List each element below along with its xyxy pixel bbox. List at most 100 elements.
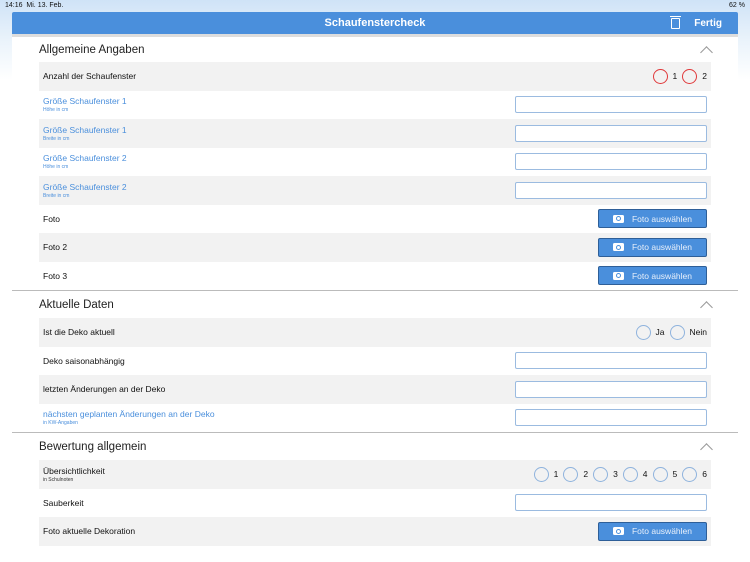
text-input[interactable] xyxy=(515,352,707,370)
select-photo-button[interactable]: Foto auswählen xyxy=(598,209,707,229)
radio-button[interactable] xyxy=(635,324,651,340)
radio-button[interactable] xyxy=(593,466,609,482)
field-label: Foto 3 xyxy=(43,270,68,281)
field-label: Foto aktuelle Dekoration xyxy=(43,526,136,537)
radio-label: 4 xyxy=(642,469,648,480)
radio-label: 1 xyxy=(672,71,678,82)
form-row: Größe Schaufenster 2 Breite in cm xyxy=(39,176,711,205)
field-label: Ist die Deko aktuell xyxy=(43,327,115,338)
radio-button[interactable] xyxy=(669,324,685,340)
field-label-group: Foto xyxy=(43,214,60,224)
status-date: Mi. 13. Feb. xyxy=(26,2,64,9)
field-hint: in Schulnoten xyxy=(43,476,74,483)
text-input[interactable] xyxy=(515,153,707,171)
field-label-group: Deko saisonabhängig xyxy=(43,356,125,366)
radio-group: 1 2 3 4 5 6 xyxy=(533,466,707,482)
trash-icon[interactable] xyxy=(670,15,682,29)
text-input[interactable] xyxy=(515,181,707,199)
field-label: Übersichtlichkeit xyxy=(43,465,105,476)
form-row: Größe Schaufenster 1 Höhe in cm xyxy=(39,91,711,120)
form-row: Übersichtlichkeit in Schulnoten 1 2 3 4 5 6 xyxy=(39,460,711,489)
section-header[interactable]: Aktuelle Daten xyxy=(12,290,738,318)
section-title: Aktuelle Daten xyxy=(39,298,114,311)
select-photo-button[interactable]: Foto auswählen xyxy=(598,521,707,541)
status-time: 14:16 xyxy=(5,2,23,9)
chevron-up-icon[interactable] xyxy=(700,301,713,314)
radio-label: 3 xyxy=(613,469,618,480)
text-input[interactable] xyxy=(515,124,707,142)
field-label: Anzahl der Schaufenster xyxy=(43,71,137,82)
button-label: Foto auswählen xyxy=(631,526,692,537)
field-label: Sauberkeit xyxy=(43,497,84,508)
text-input[interactable] xyxy=(515,409,707,427)
field-hint: Höhe in cm xyxy=(43,107,69,114)
radio-label: Nein xyxy=(689,327,707,338)
field-label-group: Übersichtlichkeit in Schulnoten xyxy=(43,466,105,483)
text-input[interactable] xyxy=(515,494,707,512)
section-header[interactable]: Allgemeine Angaben xyxy=(12,34,738,62)
field-label-group: Ist die Deko aktuell xyxy=(43,327,115,337)
nav-bar: Schaufenstercheck Fertig xyxy=(12,12,738,34)
field-hint: Breite in cm xyxy=(43,135,70,142)
form-row: Deko saisonabhängig xyxy=(39,347,711,376)
form: Allgemeine Angaben Anzahl der Schaufenste… xyxy=(12,34,738,562)
field-label: Größe Schaufenster 2 xyxy=(43,181,127,192)
radio-group: Ja Nein xyxy=(635,324,707,340)
status-bar: 14:16 Mi. 13. Feb. 62 % xyxy=(0,0,750,12)
select-photo-button[interactable]: Foto auswählen xyxy=(598,266,707,286)
section-header[interactable]: Bewertung allgemein xyxy=(12,432,738,460)
field-label-group: nächsten geplanten Änderungen an der Dek… xyxy=(43,409,215,426)
form-row: Anzahl der Schaufenster 1 2 xyxy=(39,62,711,91)
form-row: Foto 3 Foto auswählen xyxy=(39,262,711,291)
battery-level: 62 % xyxy=(729,2,745,9)
section-title: Allgemeine Angaben xyxy=(39,43,145,56)
field-label: nächsten geplanten Änderungen an der Dek… xyxy=(43,409,215,420)
radio-label: 1 xyxy=(553,469,559,480)
field-label-group: Foto 2 xyxy=(43,242,67,252)
radio-button[interactable] xyxy=(563,466,579,482)
radio-button[interactable] xyxy=(652,68,668,84)
field-label: Foto xyxy=(43,213,61,224)
field-label: Größe Schaufenster 1 xyxy=(43,124,127,135)
radio-button[interactable] xyxy=(622,466,638,482)
page-title: Schaufenstercheck xyxy=(324,17,426,29)
field-label-group: Anzahl der Schaufenster xyxy=(43,71,136,81)
radio-button[interactable] xyxy=(682,466,698,482)
field-hint: in KW-Angaben xyxy=(43,420,78,427)
form-row: Foto Foto auswählen xyxy=(39,205,711,234)
radio-label: 2 xyxy=(583,469,589,480)
button-label: Foto auswählen xyxy=(631,242,692,253)
radio-label: 5 xyxy=(672,469,678,480)
field-label: Größe Schaufenster 1 xyxy=(43,96,127,107)
field-hint: Breite in cm xyxy=(43,192,70,199)
chevron-up-icon[interactable] xyxy=(700,443,713,456)
field-label-group: Foto 3 xyxy=(43,271,67,281)
radio-button[interactable] xyxy=(533,466,549,482)
form-row: nächsten geplanten Änderungen an der Dek… xyxy=(39,404,711,433)
field-label: Deko saisonabhängig xyxy=(43,355,125,366)
camera-icon xyxy=(612,271,624,280)
button-label: Foto auswählen xyxy=(631,270,692,281)
done-button[interactable]: Fertig xyxy=(694,18,722,29)
form-row: Foto 2 Foto auswählen xyxy=(39,233,711,262)
form-row: Ist die Deko aktuell Ja Nein xyxy=(39,318,711,347)
field-label-group: Größe Schaufenster 2 Höhe in cm xyxy=(43,153,127,170)
field-label: letzten Änderungen an der Deko xyxy=(43,384,166,395)
text-input[interactable] xyxy=(515,96,707,114)
field-label: Größe Schaufenster 2 xyxy=(43,153,127,164)
field-label-group: Sauberkeit xyxy=(43,498,84,508)
camera-icon xyxy=(612,214,624,223)
field-label: Foto 2 xyxy=(43,242,68,253)
button-label: Foto auswählen xyxy=(631,213,692,224)
camera-icon xyxy=(612,527,624,536)
chevron-up-icon[interactable] xyxy=(700,46,713,59)
form-row: Foto aktuelle Dekoration Foto auswählen xyxy=(39,517,711,546)
radio-button[interactable] xyxy=(652,466,668,482)
radio-label: 2 xyxy=(702,71,707,82)
radio-button[interactable] xyxy=(682,68,698,84)
text-input[interactable] xyxy=(515,380,707,398)
camera-icon xyxy=(612,243,624,252)
form-row: letzten Änderungen an der Deko xyxy=(39,375,711,404)
select-photo-button[interactable]: Foto auswählen xyxy=(598,237,707,257)
field-label-group: Foto aktuelle Dekoration xyxy=(43,526,135,536)
